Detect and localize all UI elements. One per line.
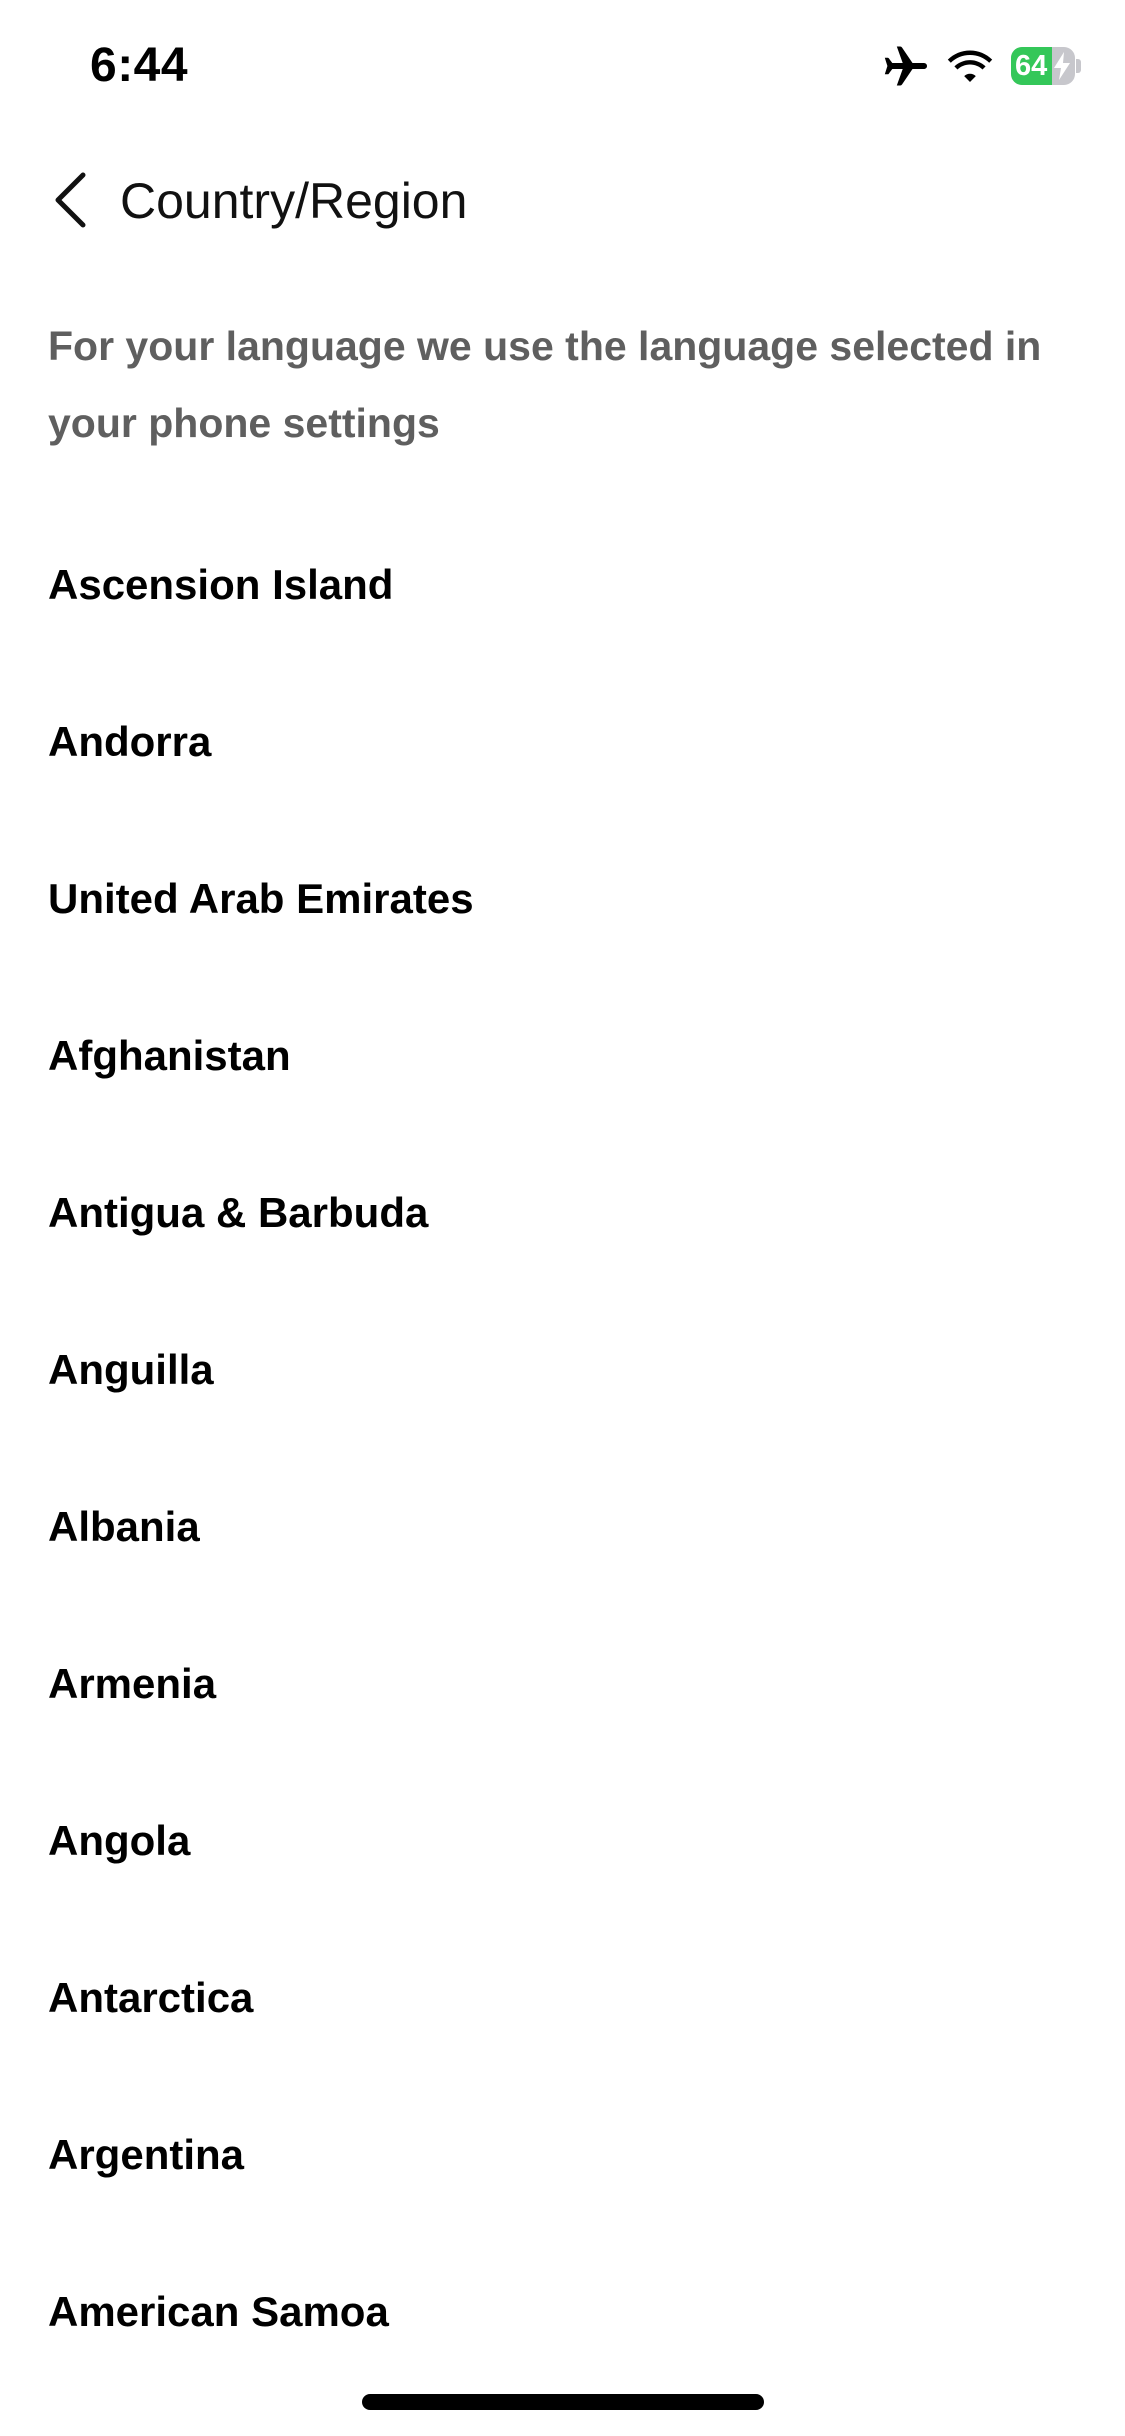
battery-body: 64 (1011, 47, 1075, 85)
country-item[interactable]: United Arab Emirates (0, 820, 1125, 977)
country-name: Albania (48, 1502, 200, 1550)
country-item[interactable]: American Samoa (0, 2233, 1125, 2390)
country-name: Afghanistan (48, 1031, 291, 1079)
airplane-icon (883, 46, 929, 86)
battery-nub (1076, 59, 1081, 73)
country-name: United Arab Emirates (48, 874, 474, 922)
country-item[interactable]: Albania (0, 1448, 1125, 1605)
country-name: Ascension Island (48, 560, 394, 608)
charging-bolt-icon (1054, 52, 1070, 80)
nav-bar: Country/Region (0, 150, 1125, 250)
country-item[interactable]: Argentina (0, 2076, 1125, 2233)
country-item[interactable]: Afghanistan (0, 977, 1125, 1134)
country-name: Antigua & Barbuda (48, 1188, 429, 1236)
country-item[interactable]: Antigua & Barbuda (0, 1134, 1125, 1291)
country-item[interactable]: Ascension Island (0, 506, 1125, 663)
battery-icon: 64 (1011, 47, 1081, 85)
wifi-icon (947, 49, 993, 83)
country-name: American Samoa (48, 2287, 389, 2335)
status-bar: 6:44 64 (0, 0, 1125, 140)
country-item[interactable]: Armenia (0, 1605, 1125, 1762)
back-button[interactable] (40, 168, 100, 232)
country-name: Antarctica (48, 1973, 254, 2021)
country-name: Argentina (48, 2130, 245, 2178)
country-name: Armenia (48, 1659, 217, 1707)
country-name: Andorra (48, 717, 212, 765)
chevron-left-icon (55, 172, 86, 228)
language-description: For your language we use the language se… (48, 323, 1042, 446)
status-time: 6:44 (90, 39, 189, 92)
country-item[interactable]: Angola (0, 1762, 1125, 1919)
home-indicator[interactable] (362, 2394, 764, 2410)
country-name: Angola (48, 1816, 191, 1864)
country-item[interactable]: Anguilla (0, 1291, 1125, 1448)
country-item[interactable]: Andorra (0, 663, 1125, 820)
country-name: Anguilla (48, 1345, 214, 1393)
status-icons: 64 (883, 46, 1081, 86)
page-title: Country/Region (120, 173, 468, 229)
country-item[interactable]: Antarctica (0, 1919, 1125, 2076)
country-list: Ascension Island Andorra United Arab Emira… (0, 506, 1125, 2390)
